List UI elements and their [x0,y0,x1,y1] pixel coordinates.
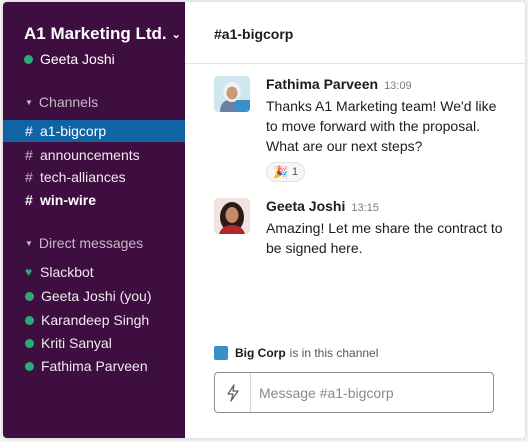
presence-dot-icon [25,315,34,325]
channel-label: announcements [40,147,140,163]
dm-item-slackbot[interactable]: ♥ Slackbot [3,261,185,283]
message-body: Geeta Joshi 13:15 Amazing! Let me share … [266,198,505,258]
channel-pane: #a1-bigcorp Fathima Parveen 13:09 Thanks… [185,2,525,438]
message-text: Thanks A1 Marketing team! We'd like to m… [266,98,497,154]
current-user[interactable]: Geeta Joshi [24,51,115,67]
channels-section-toggle[interactable]: ▼ Channels [25,94,98,110]
message: Fathima Parveen 13:09 Thanks A1 Marketin… [214,76,505,186]
message: Geeta Joshi 13:15 Amazing! Let me share … [214,198,505,262]
shortcuts-button[interactable] [215,373,251,412]
dm-item-fathima-parveen[interactable]: Fathima Parveen [3,355,185,377]
channel-item-a1-bigcorp[interactable]: # a1-bigcorp [3,120,185,142]
channel-label: tech-alliances [40,169,126,185]
channel-item-tech-alliances[interactable]: # tech-alliances [3,166,185,188]
hash-icon: # [25,169,33,185]
dm-label: Fathima Parveen [41,358,148,374]
reaction-pill[interactable]: 🎉 1 [266,162,306,182]
message-meta: Fathima Parveen 13:09 [266,76,505,95]
channel-label: win-wire [40,192,97,208]
dm-label: Kriti Sanyal [41,335,112,351]
org-note-suffix: is in this channel [289,346,379,360]
lightning-bolt-icon [226,383,239,402]
sidebar: A1 Marketing Ltd. ⌄ Geeta Joshi ▼ Channe… [3,2,185,438]
channel-label: a1-bigcorp [40,123,107,139]
message-author[interactable]: Geeta Joshi [266,198,345,214]
message-meta: Geeta Joshi 13:15 [266,198,505,217]
presence-dot-icon [25,338,34,348]
dm-label: Slackbot [40,264,94,280]
dm-item-karandeep-singh[interactable]: Karandeep Singh [3,309,185,331]
caret-down-icon: ▼ [25,238,33,248]
channel-header: #a1-bigcorp [185,2,525,64]
presence-dot-icon [25,291,34,301]
caret-down-icon: ▼ [25,97,33,107]
external-org-note: Big Corp is in this channel [214,346,378,360]
org-logo-icon [214,346,228,360]
workspace-name: A1 Marketing Ltd. [24,24,167,43]
dm-item-geeta-joshi[interactable]: Geeta Joshi (you) [3,285,185,307]
message-body: Fathima Parveen 13:09 Thanks A1 Marketin… [266,76,505,182]
dm-label: Geeta Joshi (you) [41,288,152,304]
current-user-name: Geeta Joshi [40,51,115,67]
chevron-down-icon: ⌄ [171,28,181,41]
channel-item-win-wire[interactable]: # win-wire [3,189,185,211]
hash-icon: # [25,147,33,163]
message-composer [214,372,494,413]
dm-heading: Direct messages [38,235,144,251]
party-popper-icon: 🎉 [273,165,288,179]
message-input[interactable] [251,373,493,412]
presence-dot-icon [25,361,34,371]
message-text: Amazing! Let me share the contract to be… [266,220,503,256]
message-author[interactable]: Fathima Parveen [266,76,378,92]
channel-title[interactable]: #a1-bigcorp [214,26,293,42]
dm-section-toggle[interactable]: ▼ Direct messages [25,235,143,251]
hash-icon: # [25,192,33,208]
avatar-geeta-joshi[interactable] [214,198,250,234]
presence-dot-icon [24,54,33,64]
dm-label: Karandeep Singh [41,312,150,328]
message-timestamp[interactable]: 13:09 [384,80,412,92]
channels-heading: Channels [38,94,99,110]
heart-icon: ♥ [25,265,33,279]
reaction-count: 1 [291,166,299,178]
hash-icon: # [25,123,33,139]
dm-item-kriti-sanyal[interactable]: Kriti Sanyal [3,332,185,354]
org-name[interactable]: Big Corp [235,346,286,360]
avatar-fathima-parveen[interactable] [214,76,250,112]
message-timestamp[interactable]: 13:15 [351,202,379,214]
slack-window: A1 Marketing Ltd. ⌄ Geeta Joshi ▼ Channe… [3,2,525,438]
channel-item-announcements[interactable]: # announcements [3,144,185,166]
workspace-switcher[interactable]: A1 Marketing Ltd. ⌄ [24,24,181,44]
